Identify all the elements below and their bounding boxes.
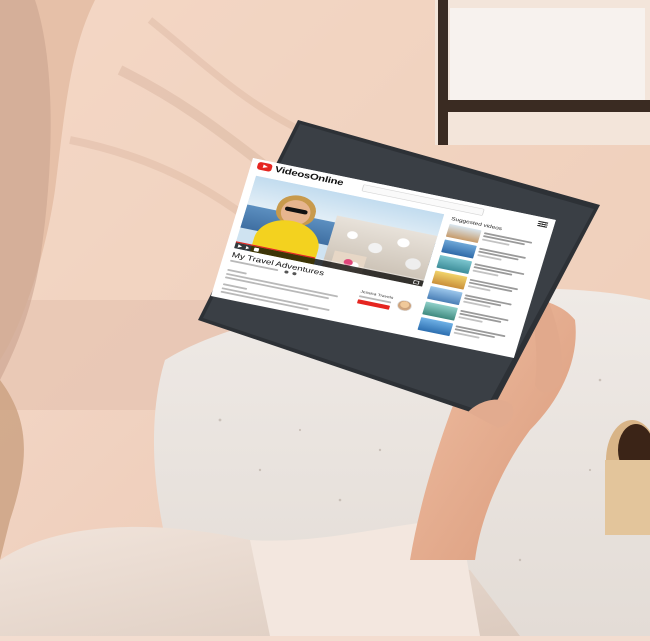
dislike-icon[interactable]: [291, 271, 297, 276]
hamburger-menu-icon[interactable]: [537, 220, 549, 228]
avatar[interactable]: [395, 298, 414, 313]
like-icon[interactable]: [284, 270, 289, 274]
volume-icon[interactable]: [253, 247, 260, 252]
photo-scene: VideosOnline My Travel Adventures Jessic…: [0, 0, 650, 636]
play-icon[interactable]: [237, 244, 243, 249]
play-icon[interactable]: [256, 161, 274, 173]
next-icon[interactable]: [245, 245, 250, 250]
fullscreen-icon[interactable]: [412, 280, 420, 285]
